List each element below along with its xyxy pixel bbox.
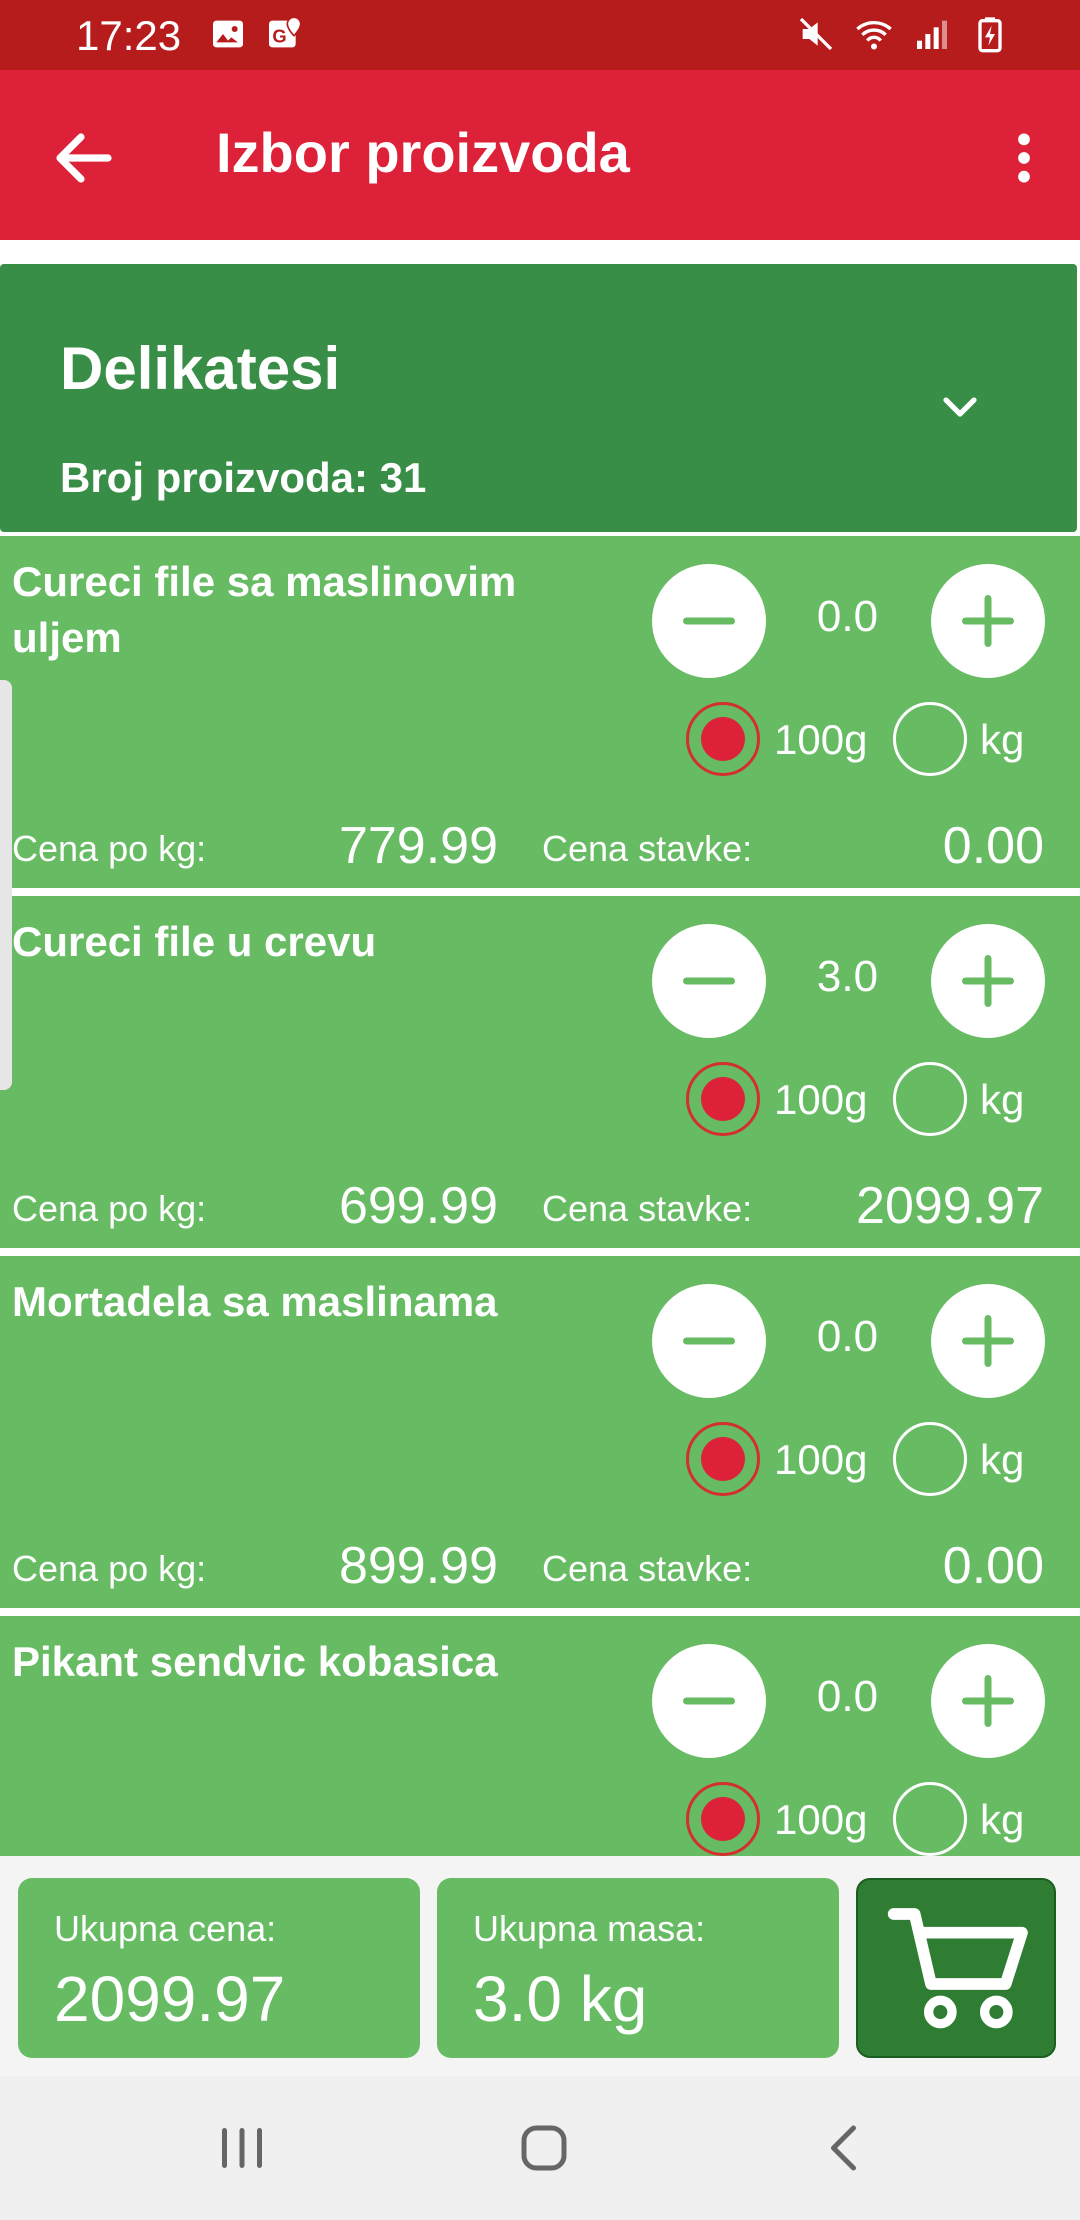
unit-label-100g: 100g — [774, 716, 868, 763]
plus-icon — [962, 595, 1014, 647]
increase-button[interactable] — [931, 924, 1045, 1038]
chevron-down-icon[interactable] — [936, 384, 984, 432]
status-bar: 17:23 G — [0, 0, 1080, 70]
item-price-label: Cena stavke: — [542, 1188, 753, 1229]
total-price-value: 2099.97 — [54, 1963, 286, 2035]
increase-button[interactable] — [931, 1284, 1045, 1398]
unit-label-kg: kg — [980, 1796, 1025, 1843]
item-price-value: 0.00 — [942, 817, 1044, 875]
battery-charging-icon — [978, 17, 1002, 53]
quantity-value: 0.0 — [816, 1672, 879, 1721]
svg-text:G: G — [272, 25, 286, 46]
price-per-kg-label: Cena po kg: — [12, 1548, 207, 1589]
decrease-button[interactable] — [652, 924, 766, 1038]
plus-icon — [962, 1315, 1014, 1367]
product-name: Cureci file u crevu — [12, 918, 377, 965]
summary-panel: Ukupna cena: 2099.97 Ukupna masa: 3.0 kg — [0, 1856, 1080, 2076]
status-right-icons — [796, 14, 1010, 54]
unit-radio-kg[interactable] — [893, 1422, 967, 1496]
system-nav-bar — [0, 2076, 1080, 2220]
unit-label-100g: 100g — [774, 1436, 868, 1483]
product-list[interactable]: Delikatesi Broj proizvoda: 31 Cureci fil… — [0, 252, 1080, 1856]
decrease-button[interactable] — [652, 564, 766, 678]
minus-icon — [683, 1697, 735, 1705]
product-name: Cureci file sa maslinovim uljem — [12, 558, 517, 661]
quantity-value: 0.0 — [816, 1312, 879, 1361]
product-name: Mortadela sa maslinama — [12, 1278, 498, 1325]
recent-apps-icon[interactable] — [212, 2118, 272, 2178]
price-per-kg-value: 779.99 — [338, 817, 498, 875]
unit-radio-100g[interactable] — [686, 1782, 760, 1856]
overflow-menu-icon[interactable] — [992, 122, 1056, 194]
status-time: 17:23 — [76, 12, 182, 59]
unit-label-kg: kg — [980, 716, 1025, 763]
total-price-label: Ukupna cena: — [54, 1908, 277, 1949]
minus-icon — [683, 1337, 735, 1345]
home-icon[interactable] — [514, 2118, 574, 2178]
total-price-card: Ukupna cena: 2099.97 — [18, 1878, 420, 2058]
back-arrow-icon[interactable] — [48, 122, 120, 194]
unit-label-100g: 100g — [774, 1796, 868, 1843]
product-name: Pikant sendvic kobasica — [12, 1638, 498, 1685]
item-price-label: Cena stavke: — [542, 1548, 753, 1589]
unit-radio-kg[interactable] — [893, 1062, 967, 1136]
minus-icon — [683, 617, 735, 625]
item-price-value: 0.00 — [942, 1537, 1044, 1595]
page-title: Izbor proizvoda — [216, 121, 630, 184]
price-per-kg-value: 699.99 — [338, 1177, 498, 1235]
total-mass-label: Ukupna masa: — [473, 1908, 706, 1949]
unit-radio-kg[interactable] — [893, 1782, 967, 1856]
unit-radio-100g[interactable] — [686, 702, 760, 776]
back-nav-icon[interactable] — [816, 2118, 876, 2178]
category-count: Broj proizvoda: 31 — [60, 454, 427, 501]
signal-icon — [917, 20, 947, 49]
price-per-kg-value: 899.99 — [338, 1537, 498, 1595]
shopping-cart-icon — [887, 1908, 1028, 2029]
unit-label-kg: kg — [980, 1076, 1025, 1123]
total-mass-card: Ukupna masa: 3.0 kg — [437, 1878, 839, 2058]
plus-icon — [962, 955, 1014, 1007]
category-title: Delikatesi — [60, 335, 341, 402]
product-card: Cureci file u crevu 3.0 100g kg Cena po … — [0, 896, 1080, 1248]
minus-icon — [683, 977, 735, 985]
product-card: Pikant sendvic kobasica 0.0 100g kg — [0, 1616, 1080, 1856]
category-header[interactable]: Delikatesi Broj proizvoda: 31 — [0, 264, 1077, 532]
image-notification-icon — [213, 20, 243, 48]
scroll-handle[interactable] — [0, 680, 12, 1090]
quantity-value: 0.0 — [816, 592, 879, 641]
decrease-button[interactable] — [652, 1284, 766, 1398]
plus-icon — [962, 1675, 1014, 1727]
item-price-value: 2099.97 — [856, 1177, 1044, 1235]
item-price-label: Cena stavke: — [542, 828, 753, 869]
quantity-value: 3.0 — [816, 952, 879, 1001]
price-per-kg-label: Cena po kg: — [12, 1188, 207, 1229]
unit-radio-100g[interactable] — [686, 1062, 760, 1136]
unit-label-kg: kg — [980, 1436, 1025, 1483]
increase-button[interactable] — [931, 564, 1045, 678]
product-card: Cureci file sa maslinovim uljem 0.0 100g… — [0, 536, 1080, 888]
maps-notification-icon: G — [269, 16, 302, 48]
wifi-icon — [856, 21, 892, 50]
unit-label-100g: 100g — [774, 1076, 868, 1123]
product-card: Mortadela sa maslinama 0.0 100g kg Cena … — [0, 1256, 1080, 1608]
total-mass-value: 3.0 kg — [473, 1963, 648, 2035]
status-left-icons: G — [208, 14, 304, 54]
app-bar: Izbor proizvoda — [0, 70, 1080, 240]
unit-radio-kg[interactable] — [893, 702, 967, 776]
mute-icon — [799, 17, 833, 51]
decrease-button[interactable] — [652, 1644, 766, 1758]
increase-button[interactable] — [931, 1644, 1045, 1758]
cart-button[interactable] — [856, 1878, 1056, 2058]
price-per-kg-label: Cena po kg: — [12, 828, 207, 869]
unit-radio-100g[interactable] — [686, 1422, 760, 1496]
